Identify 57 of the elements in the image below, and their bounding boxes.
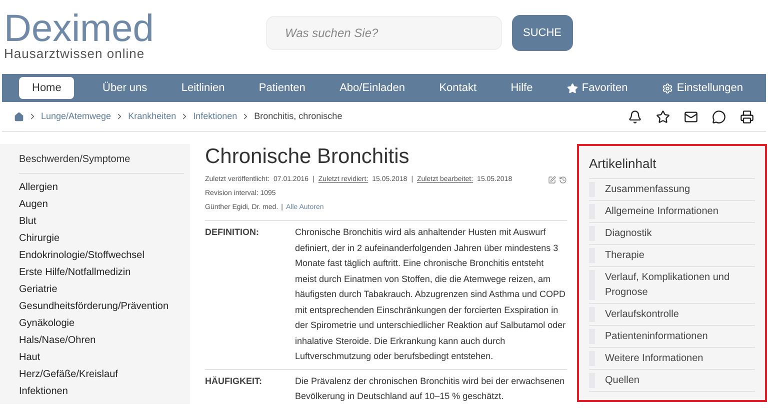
- nav-tab[interactable]: Über uns: [96, 77, 154, 99]
- toc-heading: Artikelinhalt: [589, 155, 755, 179]
- logo-wordmark[interactable]: Deximed: [4, 10, 154, 46]
- sidebar-item[interactable]: Haut: [19, 349, 184, 366]
- star-icon: [566, 82, 578, 94]
- section-label: HÄUFIGKEIT:: [205, 374, 263, 388]
- sidebar-item[interactable]: Hals/Nase/Ohren: [19, 332, 184, 349]
- breadcrumb-link[interactable]: Krankheiten: [128, 110, 176, 124]
- search-button[interactable]: SUCHE: [512, 15, 573, 51]
- toc-item[interactable]: Verlauf, Komplikationen und Prognose: [589, 267, 755, 304]
- toc-item[interactable]: Diagnostik: [589, 223, 755, 245]
- nav-tab[interactable]: Home: [19, 77, 74, 99]
- section-text: Die Prävalenz der chronischen Bronchitis wird bei der erwachsenen Bevölkerung in Deutschland auf 10–15 % geschätzt.: [295, 374, 566, 403]
- star-icon[interactable]: [656, 110, 670, 124]
- settings-icon: [662, 82, 673, 94]
- print-icon[interactable]: [740, 110, 754, 124]
- sidebar-item[interactable]: Gynäkologie: [19, 315, 184, 332]
- breadcrumb-link[interactable]: Lunge/Atemwege: [41, 110, 112, 124]
- edit-icon[interactable]: [548, 176, 556, 184]
- sidebar-item[interactable]: Herz/Gefäße/Kreislauf: [19, 366, 184, 383]
- sidebar-item[interactable]: Infektionen: [19, 383, 184, 400]
- nav-tab[interactable]: Hilfe: [504, 77, 539, 99]
- toc-item[interactable]: Weitere Informationen: [589, 348, 755, 370]
- toc-item[interactable]: Zusammenfassung: [589, 179, 755, 201]
- sidebar-item[interactable]: Allergien: [19, 179, 184, 196]
- nav-tab[interactable]: Einstellungen: [656, 77, 749, 99]
- history-icon[interactable]: [559, 176, 567, 184]
- breadcrumb-current: Bronchitis, chronische: [254, 110, 342, 123]
- toc-item[interactable]: Therapie: [589, 245, 755, 267]
- chevron-icon: [28, 112, 37, 121]
- mail-icon[interactable]: [684, 110, 698, 124]
- sidebar-item[interactable]: Endokrinologie/Stoffwechsel: [19, 247, 184, 264]
- sidebar-item[interactable]: Geriatrie: [19, 281, 184, 298]
- nav-tab[interactable]: Abo/Einladen: [334, 77, 412, 99]
- sidebar-item[interactable]: Chirurgie: [19, 230, 184, 247]
- home-icon[interactable]: [14, 112, 24, 122]
- section-text: Chronische Bronchitis wird als anhaltender Husten mit Auswurf definiert, der in 2 aufeinanderfolgenden Jahren über mindestens 3 Monate fast täglich auftritt. Eine chronische Bronchitis entsteht meist durch Einatmen von Stoffen, die die Atemwege reizen, am häufigsten durch Tabakrauch. Abzugrenzen sind Asthma und COPD mit entsprechenden Einschränkungen der forcierten Exspiration in der Spirometrie und unterschiedlicher Reaktion auf Salbutamol oder inhalative Steroide. Die Erkrankung kann auch durch Luftverschmutzung oder berufsbedingt entstehen.: [295, 226, 567, 363]
- bell-icon[interactable]: [628, 110, 642, 124]
- sidebar-item[interactable]: Augen: [19, 196, 184, 213]
- article-title: Chronische Bronchitis: [205, 144, 410, 170]
- nav-tab[interactable]: Leitlinien: [175, 77, 231, 99]
- logo-tagline: Hausarztwissen online: [4, 46, 145, 60]
- sidebar-item[interactable]: Gesundheitsförderung/Prävention: [19, 298, 184, 315]
- nav-tab[interactable]: Patienten: [252, 77, 312, 99]
- sidebar-heading[interactable]: Beschwerden/Symptome: [19, 151, 184, 174]
- breadcrumb-link[interactable]: Infektionen: [193, 110, 238, 124]
- sidebar-item[interactable]: Erste Hilfe/Notfallmedizin: [19, 264, 184, 281]
- toc-item[interactable]: Verlaufskontrolle: [589, 304, 755, 326]
- comment-icon[interactable]: [712, 110, 726, 124]
- toc-item[interactable]: Quellen: [589, 370, 755, 392]
- search-field[interactable]: Was suchen Sie?: [266, 16, 502, 50]
- sidebar-item[interactable]: Blut: [19, 213, 184, 230]
- toc-item[interactable]: Patienteninformationen: [589, 326, 755, 348]
- nav-tab[interactable]: Kontakt: [433, 77, 483, 99]
- nav-tab[interactable]: Favoriten: [560, 77, 634, 99]
- toc-item[interactable]: Allgemeine Informationen: [589, 201, 755, 223]
- section-label: DEFINITION:: [205, 226, 260, 239]
